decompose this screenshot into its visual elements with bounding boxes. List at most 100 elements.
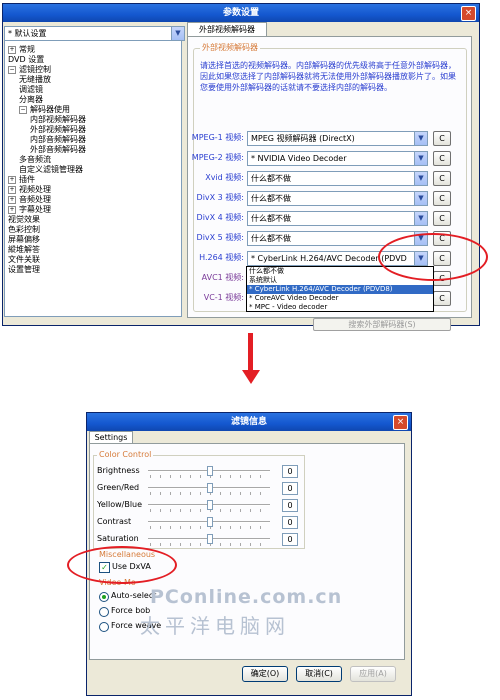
tree-item-label: 外部视频解码器: [30, 125, 86, 134]
tree-item-label: 音频处理: [19, 195, 51, 204]
chevron-down-icon[interactable]: ▼: [414, 192, 427, 205]
close-button[interactable]: ×: [461, 6, 476, 21]
tree-item-label: 色彩控制: [8, 225, 40, 234]
tree-item[interactable]: + 视频处理: [8, 185, 51, 195]
tree-item[interactable]: + 插件: [8, 175, 35, 185]
tree-item-label: 自定义滤镜管理器: [19, 165, 83, 174]
tree-item-label: 常规: [19, 45, 35, 54]
tree-item-label: 屏幕偏移: [8, 235, 40, 244]
dropdown-option[interactable]: * MPC - Video decoder: [247, 303, 433, 312]
video-mode-radio[interactable]: [99, 622, 109, 632]
expand-icon[interactable]: +: [8, 46, 16, 54]
chevron-down-icon[interactable]: ▼: [414, 172, 427, 185]
expand-icon[interactable]: +: [8, 186, 16, 194]
chevron-down-icon[interactable]: ▼: [171, 27, 184, 40]
slider-value[interactable]: 0: [282, 482, 298, 495]
tree-item[interactable]: DVD 设置: [8, 55, 44, 65]
search-decoders-button[interactable]: 搜索外部解码器(S): [313, 318, 451, 331]
decoder-label: Xvid 视频:: [205, 173, 244, 182]
tree-item[interactable]: 调滤镜: [19, 85, 43, 95]
slider-label: Contrast: [97, 517, 132, 526]
decoder-label: MPEG-1 视频:: [191, 133, 244, 142]
decoder-select-value: 什么都不做: [251, 174, 291, 183]
tree-item[interactable]: + 音频处理: [8, 195, 51, 205]
tree-item[interactable]: 设置管理: [8, 265, 40, 275]
tree-item-label: 滤镜控制: [19, 65, 51, 74]
config-button[interactable]: C: [433, 151, 451, 166]
close-button[interactable]: ×: [393, 415, 408, 430]
tree-item[interactable]: 无缝播放: [19, 75, 51, 85]
tree-item[interactable]: 多音频流: [19, 155, 51, 165]
video-mode-radio[interactable]: [99, 592, 109, 602]
cancel-button[interactable]: 取消(C): [296, 666, 342, 682]
tree-item[interactable]: − 滤镜控制: [8, 65, 51, 75]
profile-select[interactable]: * 默认设置 ▼: [4, 26, 185, 41]
slider-label: Brightness: [97, 466, 140, 475]
config-button[interactable]: C: [433, 171, 451, 186]
config-button[interactable]: C: [433, 191, 451, 206]
apply-button[interactable]: 应用(A): [350, 666, 396, 682]
decoder-select[interactable]: MPEG 视频解码器 (DirectX) ▼: [247, 131, 428, 146]
slider-value[interactable]: 0: [282, 533, 298, 546]
tree-item-label: 无缝播放: [19, 75, 51, 84]
slider-value[interactable]: 0: [282, 516, 298, 529]
tree-item[interactable]: 内部音频解码器: [30, 135, 86, 145]
decoder-select[interactable]: 什么都不做 ▼: [247, 171, 428, 186]
decoder-select[interactable]: * NVIDIA Video Decoder ▼: [247, 151, 428, 166]
chevron-down-icon[interactable]: ▼: [414, 212, 427, 225]
config-button[interactable]: C: [433, 291, 451, 306]
config-button[interactable]: C: [433, 211, 451, 226]
tree-item[interactable]: − 解码器使用: [19, 105, 70, 115]
tree-item[interactable]: 文件关联: [8, 255, 40, 265]
annotation-circle: [67, 546, 177, 584]
dialog-title: 参数设置: [3, 4, 479, 22]
tree-item-label: 字幕处理: [19, 205, 51, 214]
tree-item[interactable]: 外部视频解码器: [30, 125, 86, 135]
video-mode-radio[interactable]: [99, 607, 109, 617]
slider-thumb[interactable]: [207, 483, 213, 493]
decoder-label: DivX 4 视频:: [196, 213, 244, 222]
decoder-select[interactable]: 什么都不做 ▼: [247, 211, 428, 226]
slider-thumb[interactable]: [207, 500, 213, 510]
slider-label: Green/Red: [97, 483, 140, 492]
expand-icon[interactable]: +: [8, 206, 16, 214]
annotation-circle: [378, 233, 488, 281]
settings-tree[interactable]: + 常规 DVD 设置 − 滤镜控制 无缝播放 调滤镜 分离器 − 解码器使用 内部视频解码器 外部视…: [4, 40, 182, 317]
decoder-select-value: 什么都不做: [251, 234, 291, 243]
tree-item[interactable]: 视觉效果: [8, 215, 40, 225]
watermark-chinese: 太平洋电脑网: [140, 614, 290, 638]
decoder-label: MPEG-2 视频:: [191, 153, 244, 162]
tree-item[interactable]: + 常规: [8, 45, 35, 55]
tree-item[interactable]: 色彩控制: [8, 225, 40, 235]
tree-item[interactable]: + 字幕处理: [8, 205, 51, 215]
tree-item[interactable]: 外部音频解码器: [30, 145, 86, 155]
tree-item-label: 多音频流: [19, 155, 51, 164]
tree-item[interactable]: 内部视频解码器: [30, 115, 86, 125]
tree-item[interactable]: 屏幕偏移: [8, 235, 40, 245]
expand-icon[interactable]: +: [8, 176, 16, 184]
tree-item[interactable]: 自定义滤镜管理器: [19, 165, 83, 175]
slider-thumb[interactable]: [207, 466, 213, 476]
slider-thumb[interactable]: [207, 534, 213, 544]
tree-item-label: 文件关联: [8, 255, 40, 264]
chevron-down-icon[interactable]: ▼: [414, 132, 427, 145]
tree-item-label: DVD 设置: [8, 55, 45, 64]
tree-item[interactable]: 縱堆解答: [8, 245, 40, 255]
tree-item[interactable]: 分离器: [19, 95, 43, 105]
slider-thumb[interactable]: [207, 517, 213, 527]
ok-button[interactable]: 确定(O): [242, 666, 288, 682]
tree-item-label: 设置管理: [8, 265, 40, 274]
slider-value[interactable]: 0: [282, 465, 298, 478]
decoder-select[interactable]: 什么都不做 ▼: [247, 191, 428, 206]
tree-item-label: 分离器: [19, 95, 43, 104]
expand-icon[interactable]: +: [8, 196, 16, 204]
collapse-icon[interactable]: −: [8, 66, 16, 74]
collapse-icon[interactable]: −: [19, 106, 27, 114]
chevron-down-icon[interactable]: ▼: [414, 152, 427, 165]
config-button[interactable]: C: [433, 131, 451, 146]
dropdown-option[interactable]: * CyberLink H.264/AVC Decoder (PDVD8): [247, 285, 433, 294]
tab-external-video-decoder[interactable]: 外部视频解码器: [187, 22, 267, 37]
slider-value[interactable]: 0: [282, 499, 298, 512]
dropdown-option[interactable]: * CoreAVC Video Decoder: [247, 294, 433, 303]
tree-item-label: 视觉效果: [8, 215, 40, 224]
